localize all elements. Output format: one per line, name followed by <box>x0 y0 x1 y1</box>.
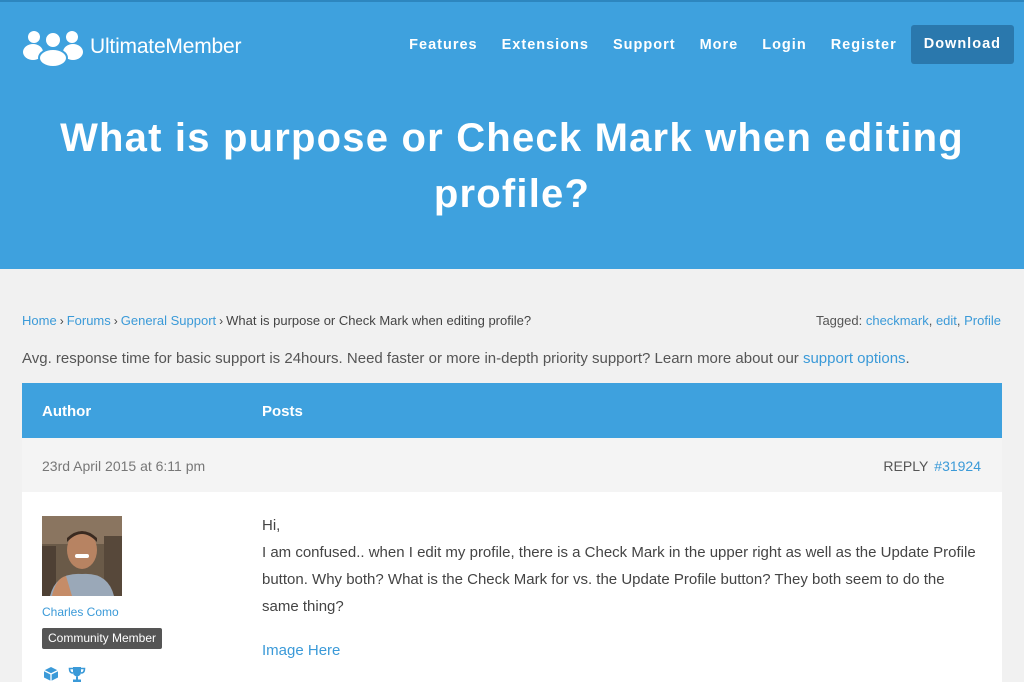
page-title: What is purpose or Check Mark when editi… <box>60 116 964 216</box>
post-paragraph: I am confused.. when I edit my profile, … <box>262 544 976 615</box>
response-time-notice: Avg. response time for basic support is … <box>22 350 910 367</box>
main-nav: Features Extensions Support More Login R… <box>385 25 1014 64</box>
image-link[interactable]: Image Here <box>262 642 340 659</box>
nav-login[interactable]: Login <box>762 37 806 53</box>
breadcrumb-separator: › <box>59 314 64 328</box>
nav-register[interactable]: Register <box>831 37 897 53</box>
tag-edit[interactable]: edit <box>936 313 957 328</box>
author-avatar[interactable] <box>42 516 122 596</box>
breadcrumb-separator: › <box>113 314 118 328</box>
post-greeting: Hi, <box>262 517 281 534</box>
topic-tags: Tagged: checkmark, edit, Profile <box>815 313 1001 328</box>
reply-link[interactable]: REPLY <box>883 458 928 474</box>
notice-end: . <box>905 350 910 367</box>
topic-table-header: Author Posts <box>22 383 1002 438</box>
site-logo[interactable]: UltimateMember <box>22 27 241 67</box>
post-actions: REPLY #31924 <box>883 458 981 474</box>
site-header: UltimateMember Features Extensions Suppo… <box>0 0 1024 269</box>
nav-features[interactable]: Features <box>409 37 477 53</box>
tag-profile[interactable]: Profile <box>964 313 1001 328</box>
column-author: Author <box>42 403 92 420</box>
nav-more[interactable]: More <box>700 37 739 53</box>
breadcrumb-separator: › <box>219 314 224 328</box>
author-role-badge: Community Member <box>42 628 163 649</box>
tags-label: Tagged: <box>815 313 863 328</box>
cube-icon <box>43 667 59 681</box>
download-button[interactable]: Download <box>910 25 1014 64</box>
breadcrumb-home[interactable]: Home <box>22 313 57 328</box>
nav-extensions[interactable]: Extensions <box>502 37 589 53</box>
breadcrumb: Home › Forums › General Support › What is purp… <box>22 313 531 328</box>
post-permalink[interactable]: #31924 <box>934 458 981 474</box>
post-date: 23rd April 2015 at 6:11 pm <box>42 458 206 474</box>
logo-text: UltimateMember <box>90 35 242 58</box>
author-name[interactable]: Charles Como <box>42 605 119 619</box>
users-logo-icon <box>23 31 83 67</box>
post-meta-bar: 23rd April 2015 at 6:11 pm REPLY #31924 <box>22 438 1002 492</box>
trophy-icon <box>68 667 86 682</box>
support-options-link[interactable]: support options <box>803 350 906 367</box>
column-posts: Posts <box>262 403 303 420</box>
breadcrumb-current: What is purpose or Check Mark when editi… <box>226 313 532 328</box>
nav-support[interactable]: Support <box>613 37 676 53</box>
breadcrumb-forums[interactable]: Forums <box>67 313 111 328</box>
notice-text: Avg. response time for basic support is … <box>22 350 803 367</box>
tag-checkmark[interactable]: checkmark <box>866 313 929 328</box>
author-badges <box>42 666 94 682</box>
post-content: Hi, I am confused.. when I edit my profi… <box>262 512 982 620</box>
breadcrumb-general-support[interactable]: General Support <box>121 313 216 328</box>
